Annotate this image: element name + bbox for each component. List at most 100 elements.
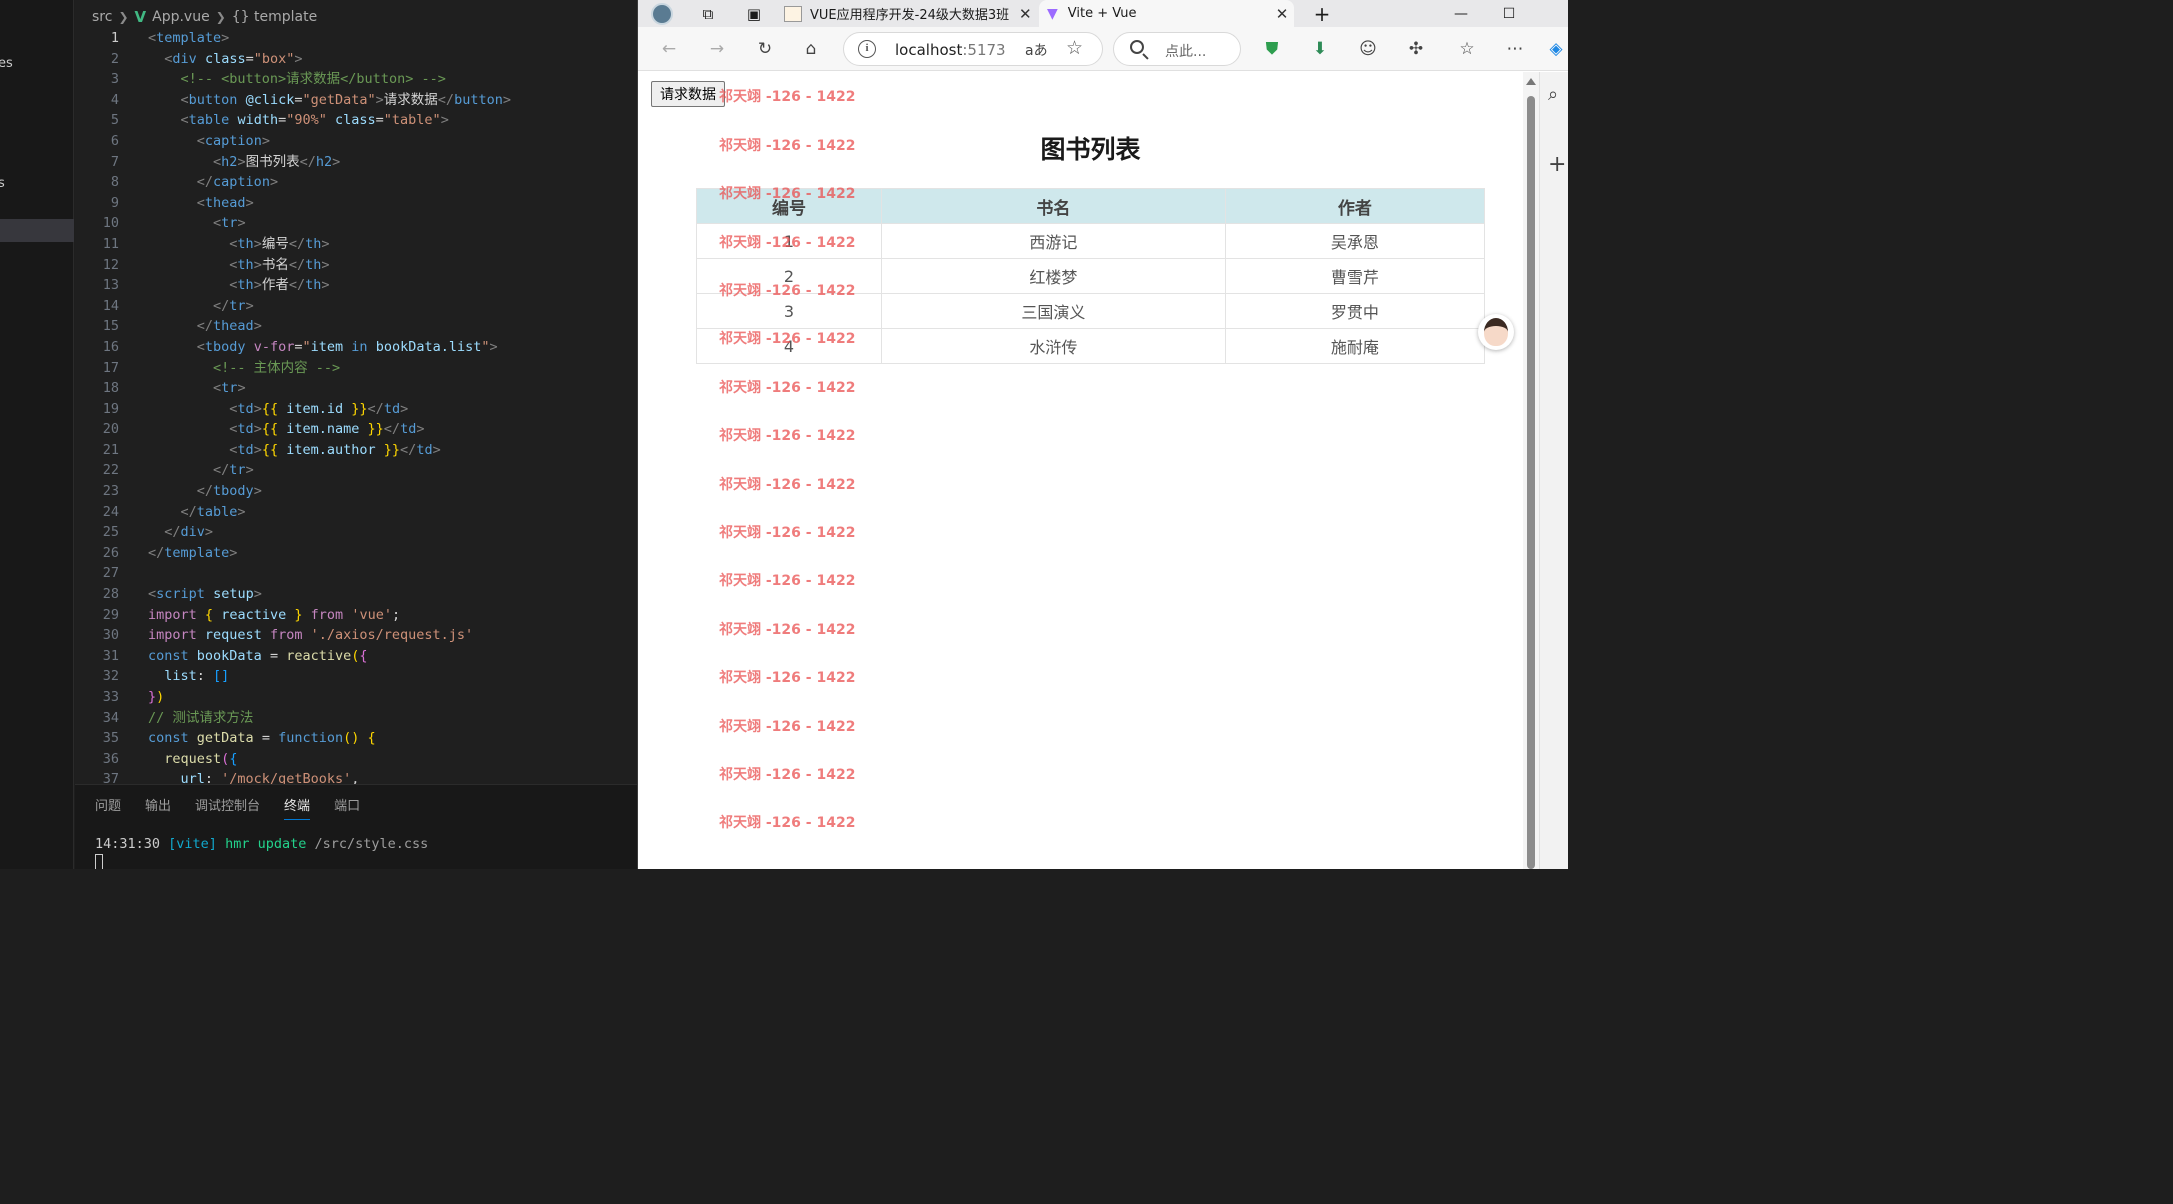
home-icon[interactable]: ⌂ [798, 36, 824, 62]
explorer-selected-item[interactable] [0, 219, 74, 242]
profile-avatar-icon[interactable] [650, 0, 674, 27]
watermark-text: 祁天翊 -126 - 1422 [719, 428, 856, 445]
search-box[interactable]: 点此... [1113, 32, 1241, 66]
explorer-item-fragment[interactable]: s [0, 176, 5, 191]
code-line: request({ [164, 750, 238, 767]
favorite-star-icon[interactable]: ☆ [1066, 37, 1083, 59]
tab-actions-icon[interactable]: ▣ [742, 0, 766, 27]
close-tab-icon[interactable]: ✕ [1019, 5, 1032, 23]
copilot-icon[interactable]: ◈ [1543, 36, 1568, 62]
vertical-scrollbar[interactable] [1523, 72, 1539, 869]
line-number: 26 [102, 544, 119, 561]
vue-file-icon: V [134, 8, 147, 26]
code-line: </thead> [196, 318, 262, 335]
minimize-icon[interactable]: — [1438, 0, 1484, 27]
watermark-text: 祁天翊 -126 - 1422 [719, 379, 856, 396]
code-line: import request from './axios/request.js' [148, 627, 474, 644]
panel-tab[interactable]: 调试控制台 [195, 795, 260, 820]
refresh-icon[interactable]: ↻ [752, 36, 778, 62]
cell-id: 1 [695, 223, 883, 259]
search-icon [1130, 40, 1144, 54]
breadcrumb-symbol[interactable]: {} template [232, 9, 317, 25]
line-number: 27 [102, 565, 119, 582]
cell-author: 施耐庵 [1224, 328, 1486, 364]
explorer-item-fragment[interactable]: es [0, 56, 13, 71]
cell-name: 红楼梦 [881, 258, 1226, 294]
line-number: 9 [110, 194, 119, 211]
cell-id: 4 [695, 328, 883, 364]
code-line: <th>书名</th> [229, 256, 330, 273]
explorer-sidebar: es s [0, 0, 74, 869]
code-line: <button @click="getData">请求数据</button> [180, 91, 511, 108]
code-line: const bookData = reactive({ [148, 647, 368, 664]
url-text: localhost:5173 [895, 41, 1006, 59]
chevron-right-icon: ❯ [215, 10, 226, 24]
workspaces-icon[interactable]: ⧉ [696, 0, 720, 27]
watermark-text: 祁天翊 -126 - 1422 [719, 525, 856, 541]
panel-tab[interactable]: 输出 [145, 795, 171, 820]
read-aloud-icon[interactable]: aあ [1025, 40, 1048, 60]
code-line: <table width="90%" class="table"> [180, 112, 449, 129]
line-number: 2 [110, 50, 119, 67]
favorites-icon[interactable]: ☆ [1454, 36, 1480, 62]
scrollbar-thumb[interactable] [1527, 96, 1535, 869]
vite-logo-icon: ▼ [1047, 5, 1058, 22]
code-line: <div class="box"> [164, 50, 303, 67]
code-line: }) [148, 689, 165, 705]
scroll-up-icon[interactable] [1526, 78, 1536, 85]
forward-arrow-icon[interactable]: → [704, 36, 730, 62]
cell-author: 曹雪芹 [1224, 258, 1486, 294]
line-number: 12 [102, 256, 119, 273]
code-line: <th>编号</th> [229, 235, 330, 252]
code-lines[interactable]: <template> <div class="box"> <!-- <butto… [148, 28, 637, 784]
code-line: </div> [164, 524, 214, 541]
tab-vite-vue[interactable]: ▼ Vite + Vue ✕ [1039, 0, 1294, 27]
tab-course[interactable]: VUE应用程序开发-24级大数据3班 ✕ [784, 0, 1039, 27]
address-bar[interactable]: i localhost:5173 aあ ☆ [843, 32, 1103, 66]
search-icon[interactable]: ⌕ [1548, 84, 1558, 105]
tab-vite-vue-title: Vite + Vue [1067, 6, 1137, 21]
line-number: 16 [102, 338, 119, 355]
line-number: 21 [102, 441, 119, 458]
code-editor[interactable]: src ❯ V App.vue ❯ {} template 1234567891… [75, 0, 637, 784]
code-line: <td>{{ item.name }}</td> [229, 421, 425, 438]
line-number: 15 [102, 318, 119, 335]
site-info-icon[interactable]: i [858, 40, 876, 58]
back-arrow-icon[interactable]: ← [656, 36, 682, 62]
watermark-text: 祁天翊 -126 - 1422 [719, 476, 856, 493]
panel-tab[interactable]: 终端 [284, 795, 311, 820]
more-menu-icon[interactable]: ⋯ [1502, 36, 1528, 62]
browser-toolbar: ← → ↻ ⌂ i localhost:5173 aあ ☆ 点此... ⛊ ⬇ … [638, 27, 1568, 71]
panel-tab[interactable]: 问题 [95, 795, 121, 820]
shield-icon[interactable]: ⛊ [1259, 36, 1285, 62]
code-line: </tr> [213, 297, 254, 314]
line-number: 13 [102, 277, 119, 294]
add-icon[interactable]: + [1548, 152, 1566, 177]
new-tab-icon[interactable]: + [1310, 0, 1334, 27]
panel-tab[interactable]: 端口 [334, 795, 360, 820]
table-row: 1 西游记 吴承恩 [695, 223, 1486, 259]
assistant-avatar[interactable] [1478, 314, 1514, 350]
line-number: 30 [102, 627, 119, 644]
code-line: </tbody> [196, 483, 262, 500]
chevron-right-icon: ❯ [118, 10, 129, 24]
line-number: 36 [102, 750, 119, 767]
download-extension-icon[interactable]: ⬇ [1307, 36, 1333, 62]
request-data-button[interactable]: 请求数据 [651, 81, 725, 107]
line-number: 7 [110, 153, 119, 170]
cell-name: 西游记 [881, 223, 1226, 259]
watermark-text: 祁天翊 -126 - 1422 [719, 89, 856, 106]
maximize-icon[interactable]: ☐ [1486, 0, 1532, 27]
profile-extension-icon[interactable]: ☺ [1355, 36, 1381, 62]
terminal-cursor[interactable] [95, 854, 103, 869]
breadcrumb-src[interactable]: src [92, 9, 112, 25]
close-tab-icon[interactable]: ✕ [1276, 5, 1289, 23]
browser-side-rail: ⌕ + [1539, 72, 1568, 869]
code-line: url: '/mock/getBooks', [180, 771, 360, 784]
page-favicon-icon [784, 5, 802, 22]
line-number: 8 [110, 174, 119, 191]
line-number: 17 [102, 359, 119, 376]
extensions-puzzle-icon[interactable]: ✣ [1403, 36, 1429, 62]
breadcrumb-file[interactable]: App.vue [152, 9, 210, 25]
